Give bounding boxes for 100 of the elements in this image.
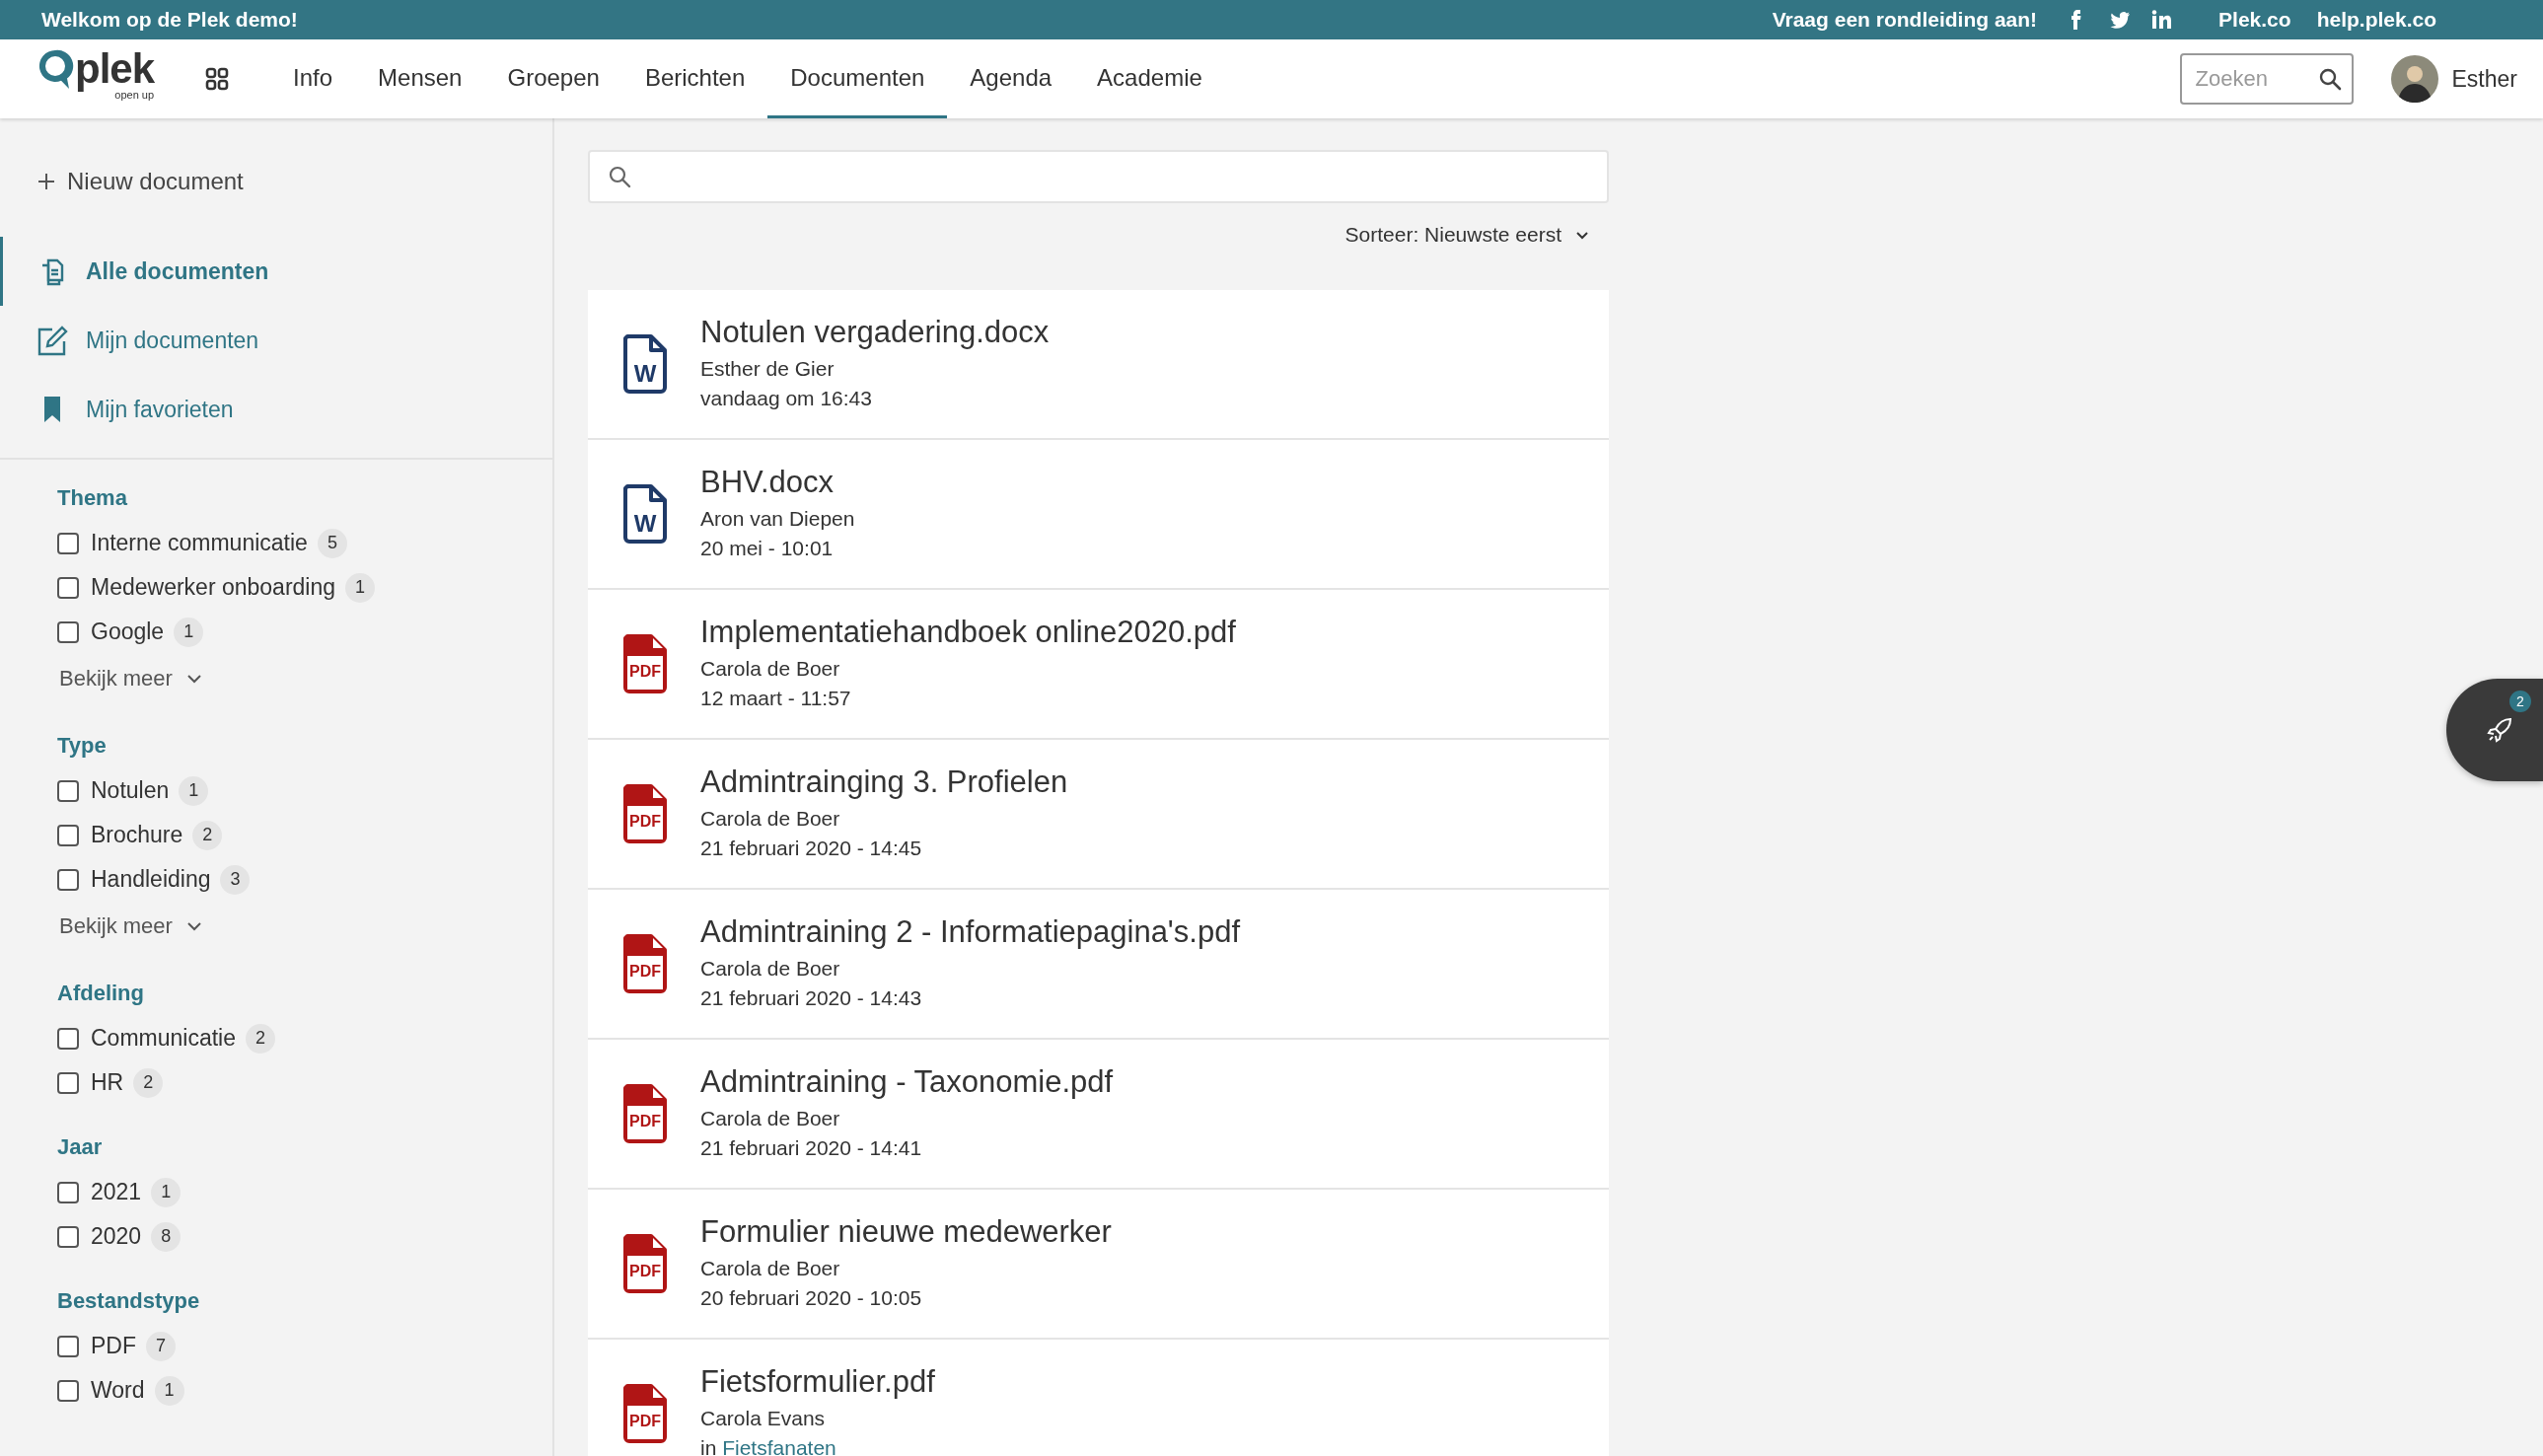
filter-label[interactable]: Google [91, 619, 165, 645]
filter-label[interactable]: Medewerker onboarding [91, 574, 336, 601]
count-badge: 1 [174, 617, 204, 647]
document-row[interactable]: PDF Admintrainging 3. Profielen Carola de Boer 21 februari 2020 - 14:45 [588, 740, 1609, 890]
document-row[interactable]: PDF Implementatiehandboek online2020.pdf Carola de Boer 12 maart - 11:57 [588, 590, 1609, 740]
count-badge: 3 [220, 864, 251, 895]
nav-tab[interactable]: Berichten [621, 39, 768, 118]
document-search-field[interactable] [588, 150, 1609, 203]
linkedin-icon[interactable] [2151, 10, 2172, 30]
checkbox[interactable] [57, 532, 79, 554]
word-file-icon: W [623, 484, 667, 544]
tour-link[interactable]: Vraag een rondleiding aan! [1772, 8, 2038, 32]
checkbox[interactable] [57, 1225, 79, 1248]
show-more-button[interactable]: Bekijk meer [57, 654, 202, 703]
nav-tab[interactable]: Info [270, 39, 356, 118]
document-title[interactable]: BHV.docx [700, 465, 855, 500]
group-link[interactable]: Fietsfanaten [722, 1436, 836, 1456]
document-row[interactable]: W Notulen vergadering.docx Esther de Gier vandaag om 16:43 [588, 290, 1609, 440]
count-badge: 1 [154, 1375, 184, 1406]
chevron-down-icon [1575, 230, 1589, 240]
chevron-down-icon [185, 921, 202, 931]
nav-tab[interactable]: Agenda [947, 39, 1075, 118]
new-document-button[interactable]: Nieuw document [37, 168, 244, 195]
count-badge: 2 [192, 820, 223, 850]
document-author: Carola de Boer [700, 956, 841, 982]
document-row[interactable]: PDF Admintraining 2 - Informatiepagina's.pdf Carola de Boer 21 februari 2020 - 14:43 [588, 890, 1609, 1040]
document-date: 21 februari 2020 - 14:41 [700, 1135, 923, 1161]
search-icon [608, 165, 631, 188]
filter-label[interactable]: Word [91, 1377, 145, 1404]
nav-tab[interactable]: Documenten [767, 39, 948, 118]
rocket-icon [2486, 716, 2513, 744]
filter-label[interactable]: 2020 [91, 1223, 142, 1250]
count-badge: 5 [317, 528, 347, 558]
pdf-file-icon: PDF [623, 934, 667, 993]
checkbox[interactable] [57, 576, 79, 599]
filter-label[interactable]: HR [91, 1069, 124, 1096]
checkbox[interactable] [57, 1027, 79, 1050]
bookmark-icon [41, 396, 63, 423]
checkbox[interactable] [57, 1335, 79, 1357]
sort-dropdown[interactable]: Sorteer: Nieuwste eerst [1344, 223, 1589, 247]
document-author: Carola de Boer [700, 806, 841, 832]
checkbox[interactable] [57, 824, 79, 846]
sidebar-item[interactable]: Mijn documenten [0, 306, 552, 375]
show-more-button[interactable]: Bekijk meer [57, 902, 202, 951]
twitter-icon[interactable] [2110, 10, 2131, 30]
pdf-file-icon: PDF [623, 634, 667, 693]
count-badge: 1 [179, 775, 209, 806]
site-link[interactable]: Plek.co [2218, 8, 2291, 32]
filter-label[interactable]: Handleiding [91, 866, 211, 893]
document-row[interactable]: PDF Admintraining - Taxonomie.pdf Carola de Boer 21 februari 2020 - 14:41 [588, 1040, 1609, 1190]
document-row[interactable]: W BHV.docx Aron van Diepen 20 mei - 10:01 [588, 440, 1609, 590]
sidebar-item[interactable]: Alle documenten [0, 237, 552, 306]
document-title[interactable]: Fietsformulier.pdf [700, 1364, 935, 1400]
count-badge: 1 [151, 1177, 182, 1207]
document-title[interactable]: Admintraining - Taxonomie.pdf [700, 1064, 1114, 1100]
user-name[interactable]: Esther [2451, 65, 2517, 93]
logo[interactable]: plek open up [36, 39, 155, 118]
launcher-button[interactable]: 2 [2446, 679, 2543, 781]
document-title[interactable]: Implementatiehandboek online2020.pdf [700, 615, 1236, 650]
document-date: 21 februari 2020 - 14:43 [700, 985, 923, 1011]
checkbox[interactable] [57, 1379, 79, 1402]
pdf-file-icon: PDF [623, 1234, 667, 1293]
filter-label[interactable]: Notulen [91, 777, 170, 804]
count-badge: 2 [133, 1067, 164, 1098]
nav-tab[interactable]: Groepen [484, 39, 622, 118]
document-group: in Fietsfanaten [700, 1433, 935, 1456]
filter-heading: Type [57, 733, 108, 759]
document-title[interactable]: Notulen vergadering.docx [700, 315, 1050, 350]
search-field[interactable]: Zoeken [2179, 53, 2354, 105]
checkbox[interactable] [57, 868, 79, 891]
search-icon[interactable] [2317, 67, 2342, 91]
checkbox[interactable] [57, 779, 79, 802]
nav-tab[interactable]: Mensen [355, 39, 485, 118]
avatar[interactable] [2390, 55, 2438, 103]
document-row[interactable]: PDF Formulier nieuwe medewerker Carola de Boer 20 februari 2020 - 10:05 [588, 1190, 1609, 1340]
notification-badge: 2 [2509, 691, 2531, 712]
chevron-down-icon [185, 674, 202, 684]
document-title[interactable]: Admintraining 2 - Informatiepagina's.pdf [700, 914, 1240, 950]
document-date: 20 mei - 10:01 [700, 536, 835, 561]
apps-grid-icon[interactable] [205, 67, 230, 91]
document-author: Carola de Boer [700, 656, 841, 682]
filter-heading: Thema [57, 485, 128, 511]
checkbox[interactable] [57, 1181, 79, 1203]
pdf-file-icon: PDF [623, 1384, 667, 1443]
document-title[interactable]: Admintrainging 3. Profielen [700, 764, 1068, 800]
filter-label[interactable]: Brochure [91, 822, 183, 848]
document-row[interactable]: PDF Fietsformulier.pdf Carola Evans in Fietsfanaten [588, 1340, 1609, 1456]
site-link[interactable]: help.plek.co [2316, 8, 2436, 32]
checkbox[interactable] [57, 1071, 79, 1094]
document-title[interactable]: Formulier nieuwe medewerker [700, 1214, 1112, 1250]
filter-label[interactable]: Communicatie [91, 1025, 236, 1052]
filter-label[interactable]: Interne communicatie [91, 530, 308, 556]
filter-label[interactable]: PDF [91, 1333, 136, 1359]
pdf-file-icon: PDF [623, 784, 667, 843]
nav-tab[interactable]: Academie [1074, 39, 1225, 118]
count-badge: 7 [146, 1331, 176, 1361]
checkbox[interactable] [57, 620, 79, 643]
sidebar-item[interactable]: Mijn favorieten [0, 375, 552, 444]
filter-label[interactable]: 2021 [91, 1179, 142, 1205]
document-author: Aron van Diepen [700, 506, 855, 532]
